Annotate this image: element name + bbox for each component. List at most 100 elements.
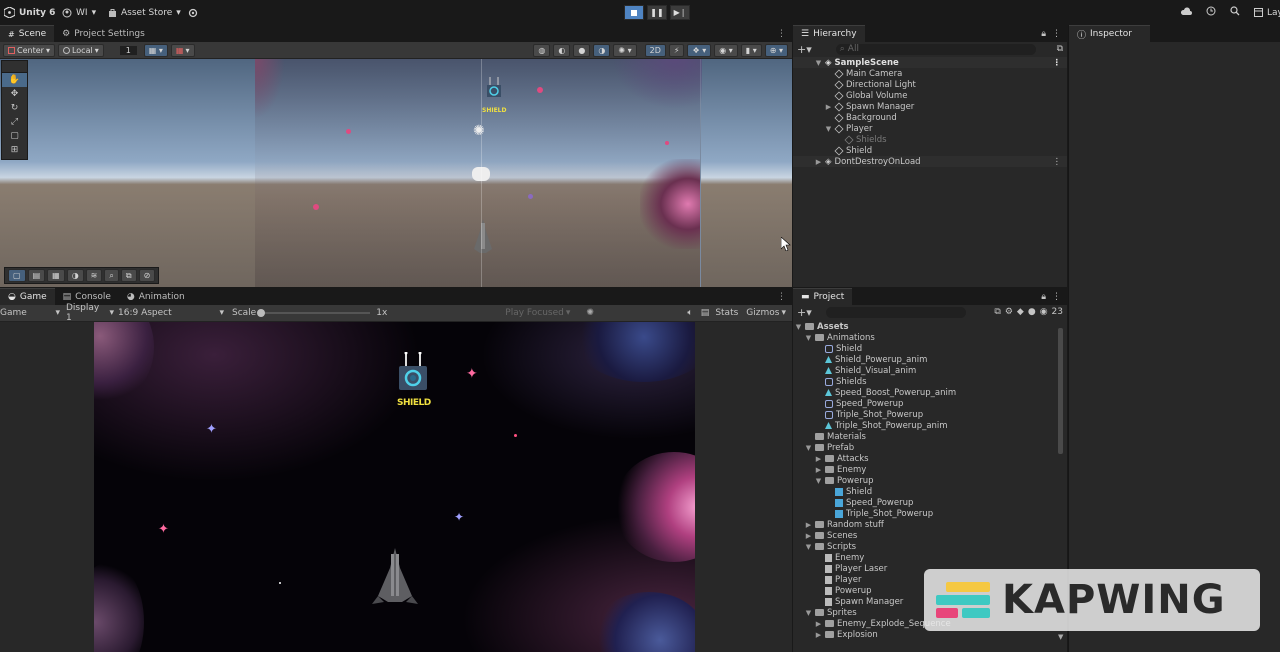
step-button[interactable]: ▶❘ <box>670 5 690 20</box>
expand-arrow-icon[interactable]: ▶ <box>815 455 822 463</box>
project-search-input[interactable] <box>825 306 966 318</box>
list-item[interactable]: ▶ Scenes <box>793 530 1067 541</box>
scale-slider[interactable]: Scale 1x <box>224 308 387 318</box>
list-item[interactable]: ▼ Assets <box>793 321 1067 332</box>
scale-thumb[interactable] <box>257 309 266 317</box>
shading-wire-button[interactable]: ◐ <box>553 43 571 57</box>
aspect-dropdown[interactable]: 16:9 Aspect ▾ <box>114 308 224 318</box>
sun-icon[interactable]: ✺ <box>586 308 594 318</box>
scroll-down-icon[interactable]: ▼ <box>1058 633 1063 641</box>
rect-select-icon[interactable]: ▢ <box>8 269 26 282</box>
search-filter-icon[interactable]: ⧉ <box>994 307 1000 317</box>
rect-tool-icon[interactable]: ▢ <box>2 129 27 143</box>
list-item[interactable]: ▼ Animations <box>793 332 1067 343</box>
lock-icon[interactable]: 🔒︎ <box>1041 25 1046 42</box>
shading-solid-button[interactable]: ● <box>573 43 591 57</box>
list-item[interactable]: Shield_Powerup_anim <box>793 354 1067 365</box>
list-item[interactable]: Shield <box>793 343 1067 354</box>
list-item[interactable]: ▶ Random stuff <box>793 519 1067 530</box>
scale-tool-icon[interactable]: ⤢ <box>2 115 27 129</box>
zoom-icon[interactable]: ⌕ <box>104 269 119 282</box>
lock-icon[interactable]: 🔒︎ <box>1041 288 1046 305</box>
expand-arrow-icon[interactable]: ▼ <box>805 444 812 452</box>
expand-arrow-icon[interactable]: ▶ <box>805 521 812 529</box>
pivot-dropdown[interactable]: Center ▾ <box>3 43 55 57</box>
expand-arrow-icon[interactable]: ▶ <box>815 620 822 628</box>
search-icon[interactable] <box>1230 6 1240 19</box>
expand-arrow-icon[interactable]: ▼ <box>795 323 802 331</box>
asset-store-dropdown[interactable]: Asset Store ▾ <box>108 0 181 25</box>
expand-arrow-icon[interactable]: ▼ <box>815 59 822 67</box>
transform-tool-icon[interactable]: ⊞ <box>2 143 27 157</box>
play-button[interactable] <box>624 5 644 20</box>
more-menu-icon[interactable]: ⋮ <box>1053 157 1062 167</box>
type-filter-icon[interactable]: ⚙ <box>1005 307 1013 317</box>
cloud-icon[interactable] <box>1180 6 1192 19</box>
expand-arrow-icon[interactable]: ▶ <box>815 158 822 166</box>
grid-visibility-dropdown[interactable]: ▦ ▾ <box>143 43 168 57</box>
play-focused-dropdown[interactable]: Play Focused ▾ <box>505 308 570 318</box>
cloud-settings-button[interactable] <box>188 0 198 25</box>
view-select-dropdown[interactable]: Game ▾ <box>0 308 60 318</box>
list-item[interactable]: Main Camera <box>793 68 1067 79</box>
tab-project[interactable]: ▬ Project <box>793 288 853 305</box>
list-item[interactable]: ▼ Powerup <box>793 475 1067 486</box>
scene-visibility-icon[interactable]: ⧉ <box>1057 44 1063 54</box>
layout-dropdown[interactable]: Lay <box>1254 0 1280 25</box>
player-ship[interactable] <box>470 219 496 260</box>
list-item[interactable]: Triple_Shot_Powerup_anim <box>793 420 1067 431</box>
eye-icon[interactable]: ◉ <box>1040 307 1048 317</box>
list-item[interactable]: Shield <box>793 145 1067 156</box>
settings-icon[interactable]: ⊘ <box>138 269 156 282</box>
copy-icon[interactable]: ⧉ <box>120 269 137 282</box>
stats-icon[interactable]: ▤ <box>701 308 710 318</box>
expand-arrow-icon[interactable]: ▼ <box>825 125 832 133</box>
tile-palette-icon[interactable]: ▤ <box>27 269 46 282</box>
tab-game[interactable]: ◒ Game <box>0 288 55 305</box>
more-menu-icon[interactable]: ⋮ <box>1053 58 1062 68</box>
lighting-toggle[interactable]: ✺ ▾ <box>613 43 637 57</box>
more-menu-icon[interactable]: ⋮ <box>777 25 792 42</box>
more-menu-icon[interactable]: ⋮ <box>1052 288 1061 305</box>
layer-icon[interactable]: ≋ <box>85 269 103 282</box>
expand-arrow-icon[interactable]: ▶ <box>815 631 822 639</box>
list-item[interactable]: ▼ Scripts <box>793 541 1067 552</box>
draw-mode-button[interactable]: ◍ <box>533 43 551 57</box>
expand-arrow-icon[interactable]: ▼ <box>815 477 822 485</box>
tab-scene[interactable]: # Scene <box>0 25 55 42</box>
tab-hierarchy[interactable]: ☰ Hierarchy <box>793 25 865 42</box>
shield-powerup[interactable] <box>395 351 431 399</box>
more-menu-icon[interactable]: ⋮ <box>1052 25 1061 42</box>
grid-snap-toggle[interactable]: 1 <box>115 43 141 57</box>
palette-handle[interactable] <box>2 61 27 73</box>
effects-dropdown[interactable]: ❖ ▾ <box>687 43 712 57</box>
snap-dropdown[interactable]: ▦ ▾ <box>170 43 195 57</box>
list-item[interactable]: ▼ ◈ SampleScene ⋮ <box>793 57 1067 68</box>
expand-arrow-icon[interactable]: ▶ <box>805 532 812 540</box>
stats-button[interactable]: Stats <box>715 308 738 318</box>
audio-toggle[interactable]: ⚡ <box>668 43 685 57</box>
grid-brush-icon[interactable]: ▦ <box>47 269 65 282</box>
scale-track[interactable] <box>257 309 371 317</box>
list-item[interactable]: Materials <box>793 431 1067 442</box>
shading-shaded-button[interactable]: ◑ <box>593 43 611 57</box>
audio-icon[interactable]: 🔈︎ <box>687 308 692 318</box>
expand-arrow-icon[interactable]: ▶ <box>825 103 832 111</box>
game-viewport[interactable]: ✦ ✦ ✦ ✦ SHIELD <box>0 322 792 652</box>
shield-powerup[interactable] <box>484 77 504 103</box>
scene-viewport[interactable]: SHIELD ✺ ✋ ✥ ↻ ⤢ ▢ ⊞ ▢ ▤ ▦ ◑ ≋ ⌕ ⧉ ⊘ <box>0 59 792 287</box>
expand-arrow-icon[interactable]: ▶ <box>815 466 822 474</box>
space-dropdown[interactable]: Local ▾ <box>57 43 104 57</box>
pause-button[interactable]: ❚❚ <box>647 5 667 20</box>
history-icon[interactable] <box>1206 6 1216 19</box>
game-render[interactable]: ✦ ✦ ✦ ✦ SHIELD <box>94 322 695 652</box>
list-item[interactable]: ▼ Player <box>793 123 1067 134</box>
list-item[interactable]: ▶ ◈ DontDestroyOnLoad ⋮ <box>793 156 1067 167</box>
list-item[interactable]: ▶ Spawn Manager <box>793 101 1067 112</box>
unity-menu[interactable]: Unity 6 <box>4 0 55 25</box>
light-gizmo-icon[interactable]: ✺ <box>473 123 485 139</box>
add-icon[interactable]: +▾ <box>797 43 812 56</box>
list-item[interactable]: Speed_Boost_Powerup_anim <box>793 387 1067 398</box>
scrollbar-thumb[interactable] <box>1058 328 1063 454</box>
visibility-dropdown[interactable]: ◉ ▾ <box>714 43 738 57</box>
